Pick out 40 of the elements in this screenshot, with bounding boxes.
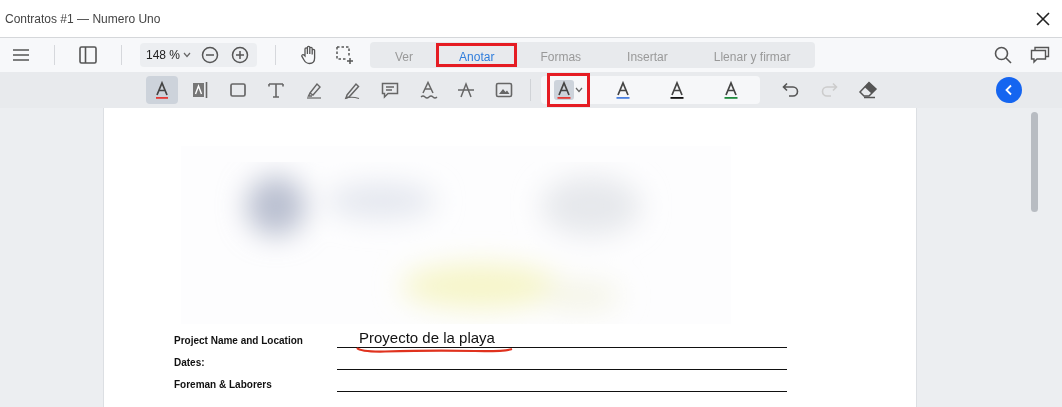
mode-tab[interactable]: Anotar [436, 43, 518, 67]
sidebar-icon [79, 46, 97, 64]
dashed-square-icon [336, 46, 355, 64]
minus-circle-icon [201, 46, 220, 64]
text-box-icon [190, 80, 210, 100]
zoom-level-dropdown[interactable]: 148 % [142, 48, 196, 62]
mode-tab[interactable]: Formas [517, 43, 605, 67]
speech-bubbles-icon [1030, 46, 1050, 64]
window-title: Contratos #1 — Numero Uno [5, 11, 161, 26]
speech-bubble-icon [380, 80, 400, 100]
undo-icon [782, 82, 800, 98]
redo-icon [820, 82, 838, 98]
menu-icon [12, 47, 30, 63]
field-label: Foreman & Laborers [174, 379, 273, 392]
pen-icon [342, 80, 362, 100]
field-label: Dates: [174, 357, 206, 370]
mode-tab[interactable]: Insertar [604, 43, 691, 67]
field-value: Proyecto de la playa [359, 329, 495, 346]
squiggly-a-icon [418, 80, 438, 100]
highlighter-icon [304, 80, 324, 100]
t-letter-icon [266, 80, 286, 100]
close-button[interactable] [1034, 9, 1052, 28]
collapse-button[interactable] [996, 77, 1022, 103]
caret-icon [183, 52, 192, 58]
scrollbar-thumb[interactable] [1031, 112, 1038, 212]
a-letter-icon [554, 80, 574, 100]
field-label: Project Name and Location [174, 335, 304, 348]
strikethrough-a-icon [456, 80, 476, 100]
search-icon [994, 46, 1012, 64]
plus-circle-icon [231, 46, 250, 64]
image-icon [494, 80, 514, 100]
caret-icon [575, 87, 583, 93]
rectangle-icon [228, 80, 248, 100]
fill-in-line[interactable]: Proyecto de la playa [337, 327, 787, 348]
eraser-icon [858, 81, 878, 99]
chevron-left-icon [1004, 84, 1014, 96]
close-icon [1036, 11, 1050, 26]
mode-tab[interactable]: Llenar y firmar [690, 43, 814, 67]
text-color-tool[interactable] [146, 76, 178, 104]
mode-tab[interactable]: Ver [372, 43, 437, 67]
